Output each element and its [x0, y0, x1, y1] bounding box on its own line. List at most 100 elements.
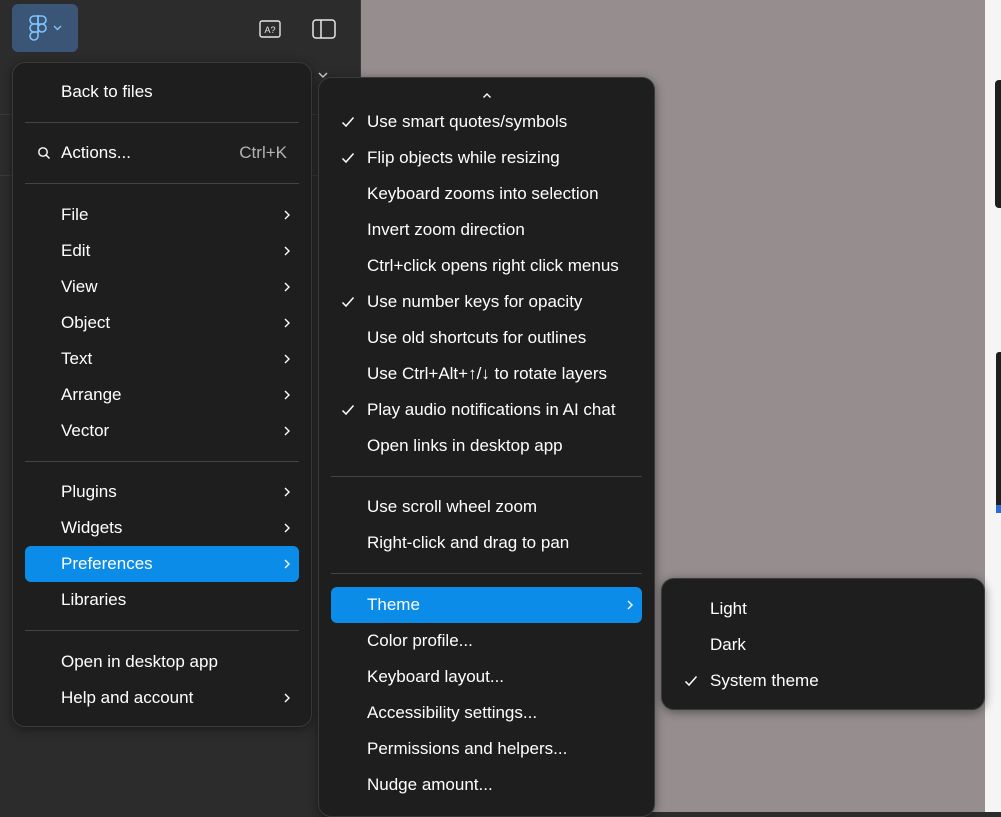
- menu-item-libraries[interactable]: Libraries: [25, 582, 299, 618]
- menu-item-label: File: [61, 205, 89, 224]
- chevron-right-icon: [283, 680, 291, 716]
- menu-item-label: Actions...: [61, 143, 131, 162]
- menu-item-object[interactable]: Object: [25, 305, 299, 341]
- menu-item-label: Back to files: [61, 82, 153, 101]
- menu-item-edit[interactable]: Edit: [25, 233, 299, 269]
- menu-item-label: Keyboard zooms into selection: [367, 184, 599, 203]
- chevron-right-icon: [283, 305, 291, 341]
- pref-item[interactable]: Open links in desktop app: [331, 428, 642, 464]
- menu-item-label: Use old shortcuts for outlines: [367, 328, 587, 347]
- menu-separator: [25, 122, 299, 123]
- menu-item-label: Light: [710, 599, 747, 618]
- menu-item-preferences[interactable]: Preferences: [25, 546, 299, 582]
- menu-item-label: Dark: [710, 635, 746, 654]
- menu-item-vector[interactable]: Vector: [25, 413, 299, 449]
- canvas-frame-edge: [995, 80, 1001, 208]
- pref-item[interactable]: Use number keys for opacity: [331, 284, 642, 320]
- menu-separator: [331, 476, 642, 477]
- pref-item[interactable]: Keyboard zooms into selection: [331, 176, 642, 212]
- preferences-submenu: Use smart quotes/symbols Flip objects whi…: [318, 77, 655, 817]
- menu-item-label: Arrange: [61, 385, 122, 404]
- canvas-frame-edge: [996, 352, 1001, 512]
- figma-logo-icon: [28, 14, 47, 42]
- pref-item[interactable]: Flip objects while resizing: [331, 140, 642, 176]
- chevron-right-icon: [283, 233, 291, 269]
- chevron-right-icon: [283, 269, 291, 305]
- checkmark-icon: [341, 140, 355, 176]
- menu-item-label: Object: [61, 313, 111, 332]
- menu-item-open-desktop-app[interactable]: Open in desktop app: [25, 644, 299, 680]
- chevron-right-icon: [283, 377, 291, 413]
- text-annotation-icon[interactable]: A?: [258, 17, 282, 41]
- menu-item-label: Theme: [367, 595, 420, 614]
- menu-item-arrange[interactable]: Arrange: [25, 377, 299, 413]
- menu-separator: [25, 630, 299, 631]
- menu-item-label: Vector: [61, 421, 110, 440]
- chevron-down-icon: [53, 25, 62, 31]
- menu-item-label: Ctrl+click opens right click menus: [367, 256, 619, 275]
- sidebar-panel-icon[interactable]: [312, 17, 336, 41]
- chevron-right-icon: [283, 546, 291, 582]
- theme-option[interactable]: Light: [674, 591, 972, 627]
- theme-option[interactable]: System theme: [674, 663, 972, 699]
- menu-item-label: Right-click and drag to pan: [367, 533, 570, 552]
- menu-item-help-and-account[interactable]: Help and account: [25, 680, 299, 716]
- pref-item-nudge-amount[interactable]: Nudge amount...: [331, 767, 642, 803]
- menu-item-label: Open in desktop app: [61, 652, 218, 671]
- pref-item[interactable]: Ctrl+click opens right click menus: [331, 248, 642, 284]
- menu-item-label: Accessibility settings...: [367, 703, 538, 722]
- main-menu: Back to files Actions... Ctrl+K File Edi…: [12, 62, 312, 727]
- menu-item-label: Edit: [61, 241, 91, 260]
- menu-item-label: Use number keys for opacity: [367, 292, 583, 311]
- menu-item-label: Plugins: [61, 482, 117, 501]
- search-icon: [37, 135, 51, 171]
- menu-separator: [25, 183, 299, 184]
- menu-item-label: Use scroll wheel zoom: [367, 497, 538, 516]
- theme-submenu: Light Dark System theme: [661, 578, 985, 710]
- pref-item[interactable]: Use Ctrl+Alt+↑/↓ to rotate layers: [331, 356, 642, 392]
- menu-item-text[interactable]: Text: [25, 341, 299, 377]
- main-menu-button[interactable]: [12, 4, 78, 52]
- pref-item-keyboard-layout[interactable]: Keyboard layout...: [331, 659, 642, 695]
- checkmark-icon: [341, 284, 355, 320]
- menu-item-widgets[interactable]: Widgets: [25, 510, 299, 546]
- menu-item-label: System theme: [710, 671, 819, 690]
- pref-item-right-click-drag-pan[interactable]: Right-click and drag to pan: [331, 525, 642, 561]
- menu-item-plugins[interactable]: Plugins: [25, 474, 299, 510]
- menu-item-label: Text: [61, 349, 93, 368]
- scroll-up-chevron-icon[interactable]: [319, 84, 654, 106]
- menu-item-label: Open links in desktop app: [367, 436, 563, 455]
- chevron-right-icon: [283, 510, 291, 546]
- menu-item-file[interactable]: File: [25, 197, 299, 233]
- chevron-right-icon: [626, 587, 634, 623]
- menu-item-label: Help and account: [61, 688, 194, 707]
- chevron-right-icon: [283, 197, 291, 233]
- menu-item-label: Widgets: [61, 518, 123, 537]
- menu-item-label: Nudge amount...: [367, 775, 493, 794]
- menu-item-label: Libraries: [61, 590, 127, 609]
- canvas-frame-edge: [996, 505, 1001, 513]
- menu-item-label: Use smart quotes/symbols: [367, 112, 568, 131]
- pref-item-theme[interactable]: Theme: [331, 587, 642, 623]
- svg-text:A?: A?: [264, 25, 275, 35]
- menu-item-label: Color profile...: [367, 631, 473, 650]
- pref-item-color-profile[interactable]: Color profile...: [331, 623, 642, 659]
- pref-item[interactable]: Invert zoom direction: [331, 212, 642, 248]
- checkmark-icon: [684, 663, 698, 699]
- pref-item-permissions-helpers[interactable]: Permissions and helpers...: [331, 731, 642, 767]
- theme-option[interactable]: Dark: [674, 627, 972, 663]
- pref-item-scroll-wheel-zoom[interactable]: Use scroll wheel zoom: [331, 489, 642, 525]
- menu-item-view[interactable]: View: [25, 269, 299, 305]
- pref-item-accessibility-settings[interactable]: Accessibility settings...: [331, 695, 642, 731]
- pref-item[interactable]: Use smart quotes/symbols: [331, 104, 642, 140]
- pref-item[interactable]: Use old shortcuts for outlines: [331, 320, 642, 356]
- menu-item-back-to-files[interactable]: Back to files: [25, 74, 299, 110]
- menu-item-label: Preferences: [61, 554, 153, 573]
- menu-item-label: Permissions and helpers...: [367, 739, 568, 758]
- checkmark-icon: [341, 392, 355, 428]
- menu-item-actions[interactable]: Actions... Ctrl+K: [25, 135, 299, 171]
- menu-item-label: Invert zoom direction: [367, 220, 525, 239]
- pref-item[interactable]: Play audio notifications in AI chat: [331, 392, 642, 428]
- chevron-right-icon: [283, 341, 291, 377]
- chevron-right-icon: [283, 474, 291, 510]
